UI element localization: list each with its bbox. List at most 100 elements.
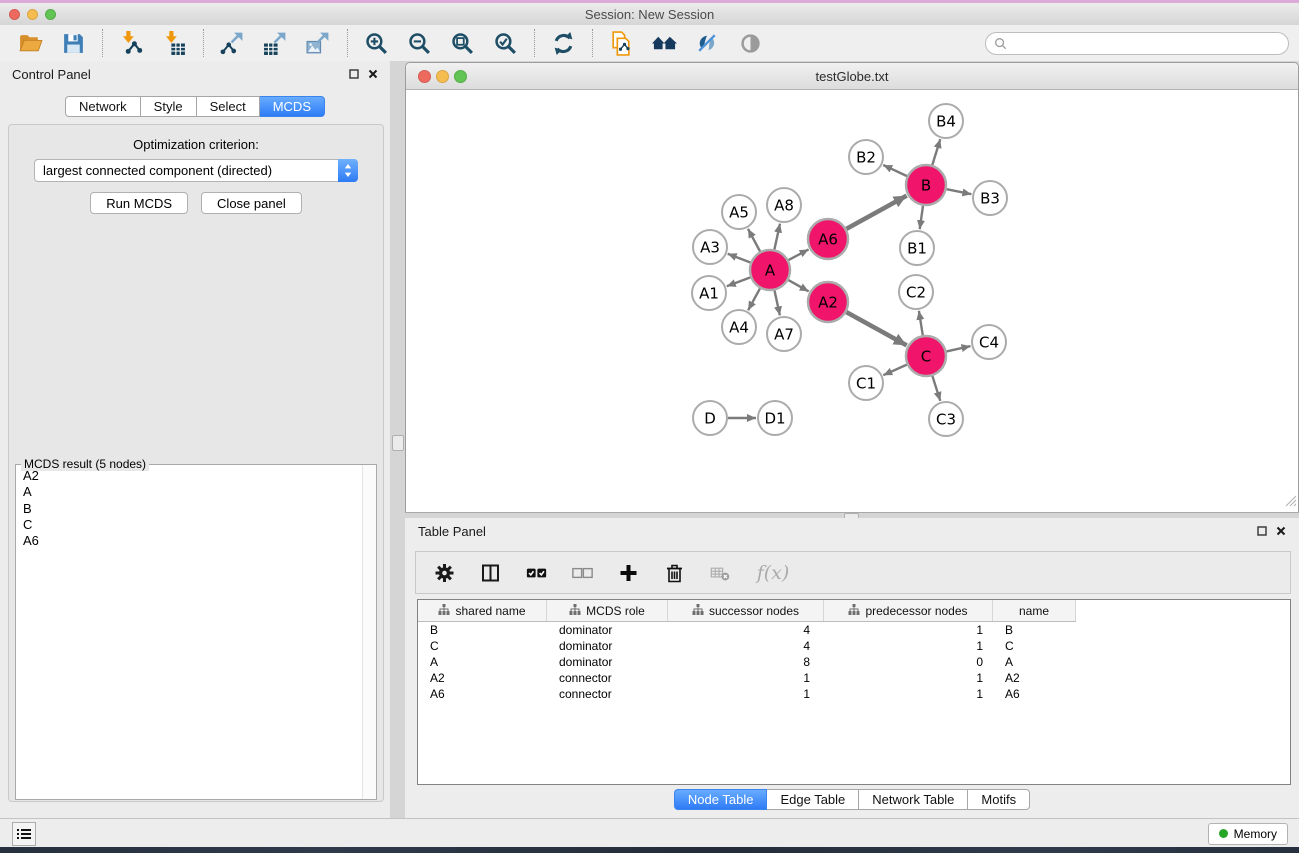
- home-button[interactable]: [651, 30, 678, 57]
- table-cell[interactable]: 1: [824, 623, 993, 637]
- node-B2[interactable]: B2: [849, 140, 883, 174]
- tab-node-table[interactable]: Node Table: [674, 789, 768, 810]
- node-A6[interactable]: A6: [808, 219, 848, 259]
- node-A2[interactable]: A2: [808, 282, 848, 322]
- export-table-button[interactable]: [262, 30, 289, 57]
- node-A7[interactable]: A7: [767, 317, 801, 351]
- function-builder-button[interactable]: f(x): [753, 559, 793, 586]
- table-cell[interactable]: 1: [824, 687, 993, 701]
- node-C2[interactable]: C2: [899, 275, 933, 309]
- table-cell[interactable]: 4: [668, 623, 824, 637]
- zoom-in-button[interactable]: [363, 30, 390, 57]
- edge-A-A4[interactable]: [748, 288, 760, 310]
- settings-gear-button[interactable]: [431, 559, 458, 586]
- tab-motifs[interactable]: Motifs: [968, 789, 1030, 810]
- table-cell[interactable]: dominator: [547, 655, 668, 669]
- edge-B-B3[interactable]: [947, 189, 972, 194]
- node-A4[interactable]: A4: [722, 310, 756, 344]
- edge-A-A6[interactable]: [789, 249, 809, 260]
- table-cell[interactable]: A2: [418, 671, 547, 685]
- delete-column-button[interactable]: [661, 559, 688, 586]
- import-network-button[interactable]: [118, 30, 145, 57]
- result-list-item[interactable]: B: [23, 501, 376, 517]
- table-cell[interactable]: A2: [993, 671, 1076, 685]
- zoom-out-button[interactable]: [406, 30, 433, 57]
- node-D[interactable]: D: [693, 401, 727, 435]
- deselect-all-button[interactable]: [569, 559, 596, 586]
- edge-A-A7[interactable]: [775, 291, 780, 316]
- table-cell[interactable]: 1: [668, 687, 824, 701]
- edge-A-A8[interactable]: [774, 224, 780, 250]
- tab-style[interactable]: Style: [141, 96, 197, 117]
- edge-A6-B[interactable]: [846, 196, 906, 229]
- import-table-button[interactable]: [161, 30, 188, 57]
- column-header-shared-name[interactable]: shared name: [418, 600, 547, 621]
- table-row[interactable]: A6connector11A6: [418, 686, 1290, 702]
- table-row[interactable]: Adominator80A: [418, 654, 1290, 670]
- split-divider-grip[interactable]: [392, 435, 404, 451]
- table-cell[interactable]: A6: [993, 687, 1076, 701]
- table-cell[interactable]: A: [418, 655, 547, 669]
- edge-C-C4[interactable]: [947, 346, 971, 351]
- node-C1[interactable]: C1: [849, 366, 883, 400]
- table-cell[interactable]: C: [418, 639, 547, 653]
- table-cell[interactable]: dominator: [547, 639, 668, 653]
- node-B[interactable]: B: [906, 165, 946, 205]
- search-input[interactable]: [985, 32, 1289, 55]
- zoom-fit-button[interactable]: [449, 30, 476, 57]
- vertical-split-divider[interactable]: [390, 61, 405, 818]
- float-panel-icon[interactable]: [349, 69, 359, 79]
- node-C4[interactable]: C4: [972, 325, 1006, 359]
- column-header-name[interactable]: name: [993, 600, 1076, 621]
- columns-button[interactable]: [477, 559, 504, 586]
- table-row[interactable]: A2connector11A2: [418, 670, 1290, 686]
- edge-A-A2[interactable]: [788, 280, 808, 291]
- node-B4[interactable]: B4: [929, 104, 963, 138]
- table-row[interactable]: Cdominator41C: [418, 638, 1290, 654]
- node-B1[interactable]: B1: [900, 231, 934, 265]
- run-mcds-button[interactable]: Run MCDS: [90, 192, 188, 214]
- edge-C-C3[interactable]: [932, 376, 940, 401]
- edge-B-B1[interactable]: [920, 206, 923, 229]
- select-all-button[interactable]: [523, 559, 550, 586]
- memory-button[interactable]: Memory: [1208, 823, 1288, 845]
- edge-C-C1[interactable]: [883, 365, 907, 376]
- edge-B-B4[interactable]: [932, 139, 940, 165]
- close-panel-button[interactable]: Close panel: [201, 192, 302, 214]
- table-cell[interactable]: 1: [824, 671, 993, 685]
- edge-A-A5[interactable]: [748, 229, 760, 252]
- optimization-criterion-select[interactable]: largest connected component (directed): [34, 159, 358, 182]
- table-cell[interactable]: A: [993, 655, 1076, 669]
- minimize-traffic-light-icon[interactable]: [436, 70, 449, 83]
- table-cell[interactable]: connector: [547, 687, 668, 701]
- network-window-titlebar[interactable]: testGlobe.txt: [406, 63, 1298, 90]
- node-B3[interactable]: B3: [973, 181, 1007, 215]
- column-header-predecessor-nodes[interactable]: predecessor nodes: [824, 600, 993, 621]
- network-graph[interactable]: B4B2BB3A5A8A6B1A3AC2A1A2A4A7C4CC1C3DD1: [406, 90, 1296, 512]
- float-panel-icon[interactable]: [1257, 526, 1267, 536]
- table-cell[interactable]: 4: [668, 639, 824, 653]
- node-A8[interactable]: A8: [767, 188, 801, 222]
- node-A[interactable]: A: [750, 250, 790, 290]
- result-scrollbar[interactable]: [362, 465, 376, 799]
- table-cell[interactable]: 1: [668, 671, 824, 685]
- column-header-successor-nodes[interactable]: successor nodes: [668, 600, 824, 621]
- mcds-result-list[interactable]: A2ABCA6: [16, 465, 376, 799]
- close-panel-icon[interactable]: [368, 69, 378, 79]
- show-panel-button[interactable]: [737, 30, 764, 57]
- result-list-item[interactable]: A: [23, 484, 376, 500]
- result-list-item[interactable]: C: [23, 517, 376, 533]
- tab-network[interactable]: Network: [65, 96, 141, 117]
- table-cell[interactable]: B: [993, 623, 1076, 637]
- node-A1[interactable]: A1: [692, 276, 726, 310]
- edge-A2-C[interactable]: [846, 312, 906, 345]
- task-history-button[interactable]: [12, 822, 36, 846]
- zoom-traffic-light-icon[interactable]: [454, 70, 467, 83]
- table-cell[interactable]: 0: [824, 655, 993, 669]
- edge-C-C2[interactable]: [919, 311, 923, 336]
- export-network-button[interactable]: [219, 30, 246, 57]
- table-cell[interactable]: C: [993, 639, 1076, 653]
- result-list-item[interactable]: A6: [23, 533, 376, 549]
- table-cell[interactable]: dominator: [547, 623, 668, 637]
- save-session-button[interactable]: [60, 30, 87, 57]
